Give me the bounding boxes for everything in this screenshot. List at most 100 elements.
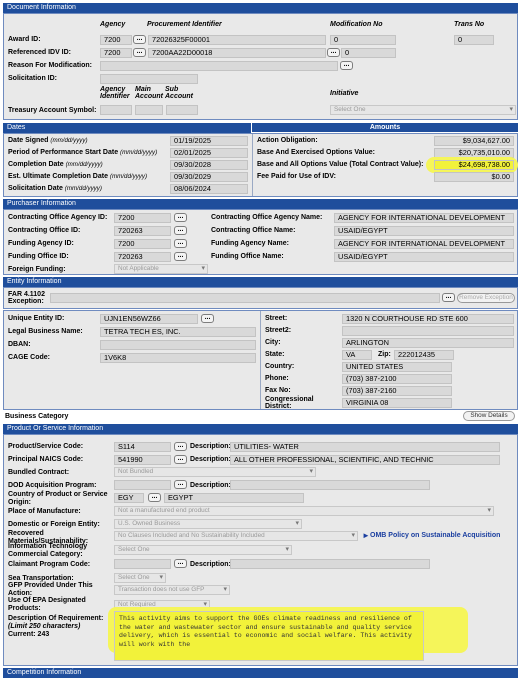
date-signed-field[interactable]: 01/19/2025 [170, 136, 248, 146]
claimant-description-label: Description: [190, 561, 231, 568]
place-manufacture-label: Place of Manufacture: [8, 508, 81, 515]
reason-modification-label: Reason For Modification: [8, 62, 92, 69]
funding-agency-id-field[interactable]: 7200 [114, 239, 171, 249]
pop-start-label: Period of Performance Start Date (mm/dd/… [8, 149, 158, 156]
purchaser-section-header: Purchaser Information [3, 199, 518, 209]
requirement-label: Description Of Requirement: [8, 615, 104, 622]
competition-section-header: Competition Information [3, 668, 518, 678]
award-modification-field[interactable]: 0 [330, 35, 396, 45]
city-field[interactable]: ARLINGTON [342, 338, 514, 348]
business-category-label: Business Category [5, 413, 69, 420]
psc-description-field[interactable]: UTILITIES- WATER [230, 442, 500, 452]
street-field[interactable]: 1320 N COURTHOUSE RD STE 600 [342, 314, 514, 324]
award-procurement-field[interactable]: 72026325F00001 [148, 35, 326, 45]
co-id-lookup-button[interactable]: ... [174, 226, 187, 235]
phone-field[interactable]: (703) 387-2100 [342, 374, 452, 384]
naics-description-field[interactable]: ALL OTHER PROFESSIONAL, SCIENTIFIC, AND … [230, 455, 500, 465]
funding-office-lookup-button[interactable]: ... [174, 252, 187, 261]
funding-agency-lookup-button[interactable]: ... [174, 239, 187, 248]
col-trans-header: Trans No [454, 21, 485, 28]
claimant-program-field[interactable] [114, 559, 171, 569]
country-origin-code-field[interactable]: EGY [114, 493, 144, 503]
requirement-textarea[interactable]: This activity aims to support the GOEs c… [114, 611, 424, 661]
pop-start-field[interactable]: 02/01/2025 [170, 148, 248, 158]
show-details-button[interactable]: Show Details [463, 411, 515, 421]
sea-transportation-select[interactable]: Select One [114, 573, 166, 583]
reason-lookup-button[interactable]: ... [340, 61, 353, 70]
co-name-field[interactable]: USAID/EGYPT [334, 226, 514, 236]
col-modification-header: Modification No [330, 21, 383, 28]
country-origin-name-field[interactable]: EGYPT [164, 493, 304, 503]
legal-name-field[interactable]: TETRA TECH ES, INC. [100, 327, 256, 337]
zip-field[interactable]: 222012435 [394, 350, 454, 360]
phone-label: Phone: [265, 375, 289, 382]
dod-lookup-button[interactable]: ... [174, 480, 187, 489]
far-exception-field[interactable] [50, 293, 440, 303]
award-agency-field[interactable]: 7200 [100, 35, 132, 45]
dod-program-field[interactable] [114, 480, 171, 490]
uei-lookup-button[interactable]: ... [201, 314, 214, 323]
funding-office-id-field[interactable]: 720263 [114, 252, 171, 262]
district-field[interactable]: VIRGINIA 08 [342, 398, 452, 408]
fee-paid-field[interactable]: $0.00 [434, 172, 514, 182]
treasury-agency-field[interactable] [100, 105, 132, 115]
bundled-select[interactable]: Not Bundled [114, 467, 316, 477]
gfp-select[interactable]: Transaction does not use GFP [114, 585, 230, 595]
solicitation-id-field[interactable] [100, 74, 198, 84]
psc-lookup-button[interactable]: ... [174, 442, 187, 451]
treasury-main-field[interactable] [135, 105, 163, 115]
country-field[interactable]: UNITED STATES [342, 362, 452, 372]
claimant-lookup-button[interactable]: ... [174, 559, 187, 568]
sea-transportation-label: Sea Transportation: [8, 575, 74, 582]
funding-office-name-field[interactable]: USAID/EGYPT [334, 252, 514, 262]
ref-mod-lookup-button[interactable]: ... [327, 48, 340, 57]
completion-date-field[interactable]: 09/30/2028 [170, 160, 248, 170]
purchaser-panel: Contracting Office Agency ID: 7200 ... C… [3, 209, 518, 275]
naics-lookup-button[interactable]: ... [174, 455, 187, 464]
co-id-field[interactable]: 720263 [114, 226, 171, 236]
ultimate-completion-field[interactable]: 09/30/2029 [170, 172, 248, 182]
treasury-sub-field[interactable] [166, 105, 198, 115]
cage-code-field[interactable]: 1V6K8 [100, 353, 256, 363]
col-sub-account-header: Sub Account [165, 86, 193, 100]
col-main-account-header: Main Account [135, 86, 163, 100]
base-all-options-field[interactable]: $24,698,738.00 [434, 160, 514, 170]
remove-exception-button[interactable]: Remove Exception [457, 293, 515, 303]
claimant-description-field[interactable] [230, 559, 430, 569]
street2-field[interactable] [342, 326, 514, 336]
co-agency-name-field[interactable]: AGENCY FOR INTERNATIONAL DEVELOPMENT [334, 213, 514, 223]
state-field[interactable]: VA [342, 350, 372, 360]
award-lookup-button[interactable]: ... [133, 35, 146, 44]
far-exception-lookup-button[interactable]: ... [442, 293, 455, 302]
naics-description-label: Description: [190, 456, 231, 463]
domestic-foreign-select[interactable]: U.S. Owned Business [114, 519, 302, 529]
psc-field[interactable]: S114 [114, 442, 171, 452]
recovered-materials-select[interactable]: No Clauses Included and No Sustainabilit… [114, 531, 358, 541]
it-commercial-select[interactable]: Select One [114, 545, 292, 555]
ref-modification-field[interactable]: 0 [341, 48, 396, 58]
dod-description-label: Description: [190, 482, 231, 489]
ref-procurement-field[interactable]: 7200AA22D00018 [148, 48, 326, 58]
solicitation-date-field[interactable]: 08/06/2024 [170, 184, 248, 194]
action-obligation-label: Action Obligation: [257, 137, 318, 144]
country-origin-lookup-button[interactable]: ... [148, 493, 161, 502]
foreign-funding-select[interactable]: Not Applicable [114, 264, 208, 274]
ref-agency-field[interactable]: 7200 [100, 48, 132, 58]
fax-field[interactable]: (703) 387-2160 [342, 386, 452, 396]
award-trans-field[interactable]: 0 [454, 35, 494, 45]
requirement-count-label: Current: 243 [8, 631, 50, 638]
co-agency-id-field[interactable]: 7200 [114, 213, 171, 223]
action-obligation-field[interactable]: $9,034,627.00 [434, 136, 514, 146]
funding-agency-name-field[interactable]: AGENCY FOR INTERNATIONAL DEVELOPMENT [334, 239, 514, 249]
omb-policy-link[interactable]: OMB Policy on Sustainable Acquisition [370, 532, 500, 539]
uei-field[interactable]: UJN1EN56WZ66 [100, 314, 198, 324]
initiative-select[interactable]: Select One [330, 105, 516, 115]
place-manufacture-select[interactable]: Not a manufactured end product [114, 506, 494, 516]
dod-description-field[interactable] [230, 480, 430, 490]
naics-field[interactable]: 541990 [114, 455, 171, 465]
country-label: Country: [265, 363, 295, 370]
reason-modification-field[interactable] [100, 61, 338, 71]
dban-field[interactable] [100, 340, 256, 350]
co-agency-lookup-button[interactable]: ... [174, 213, 187, 222]
ref-lookup-button[interactable]: ... [133, 48, 146, 57]
